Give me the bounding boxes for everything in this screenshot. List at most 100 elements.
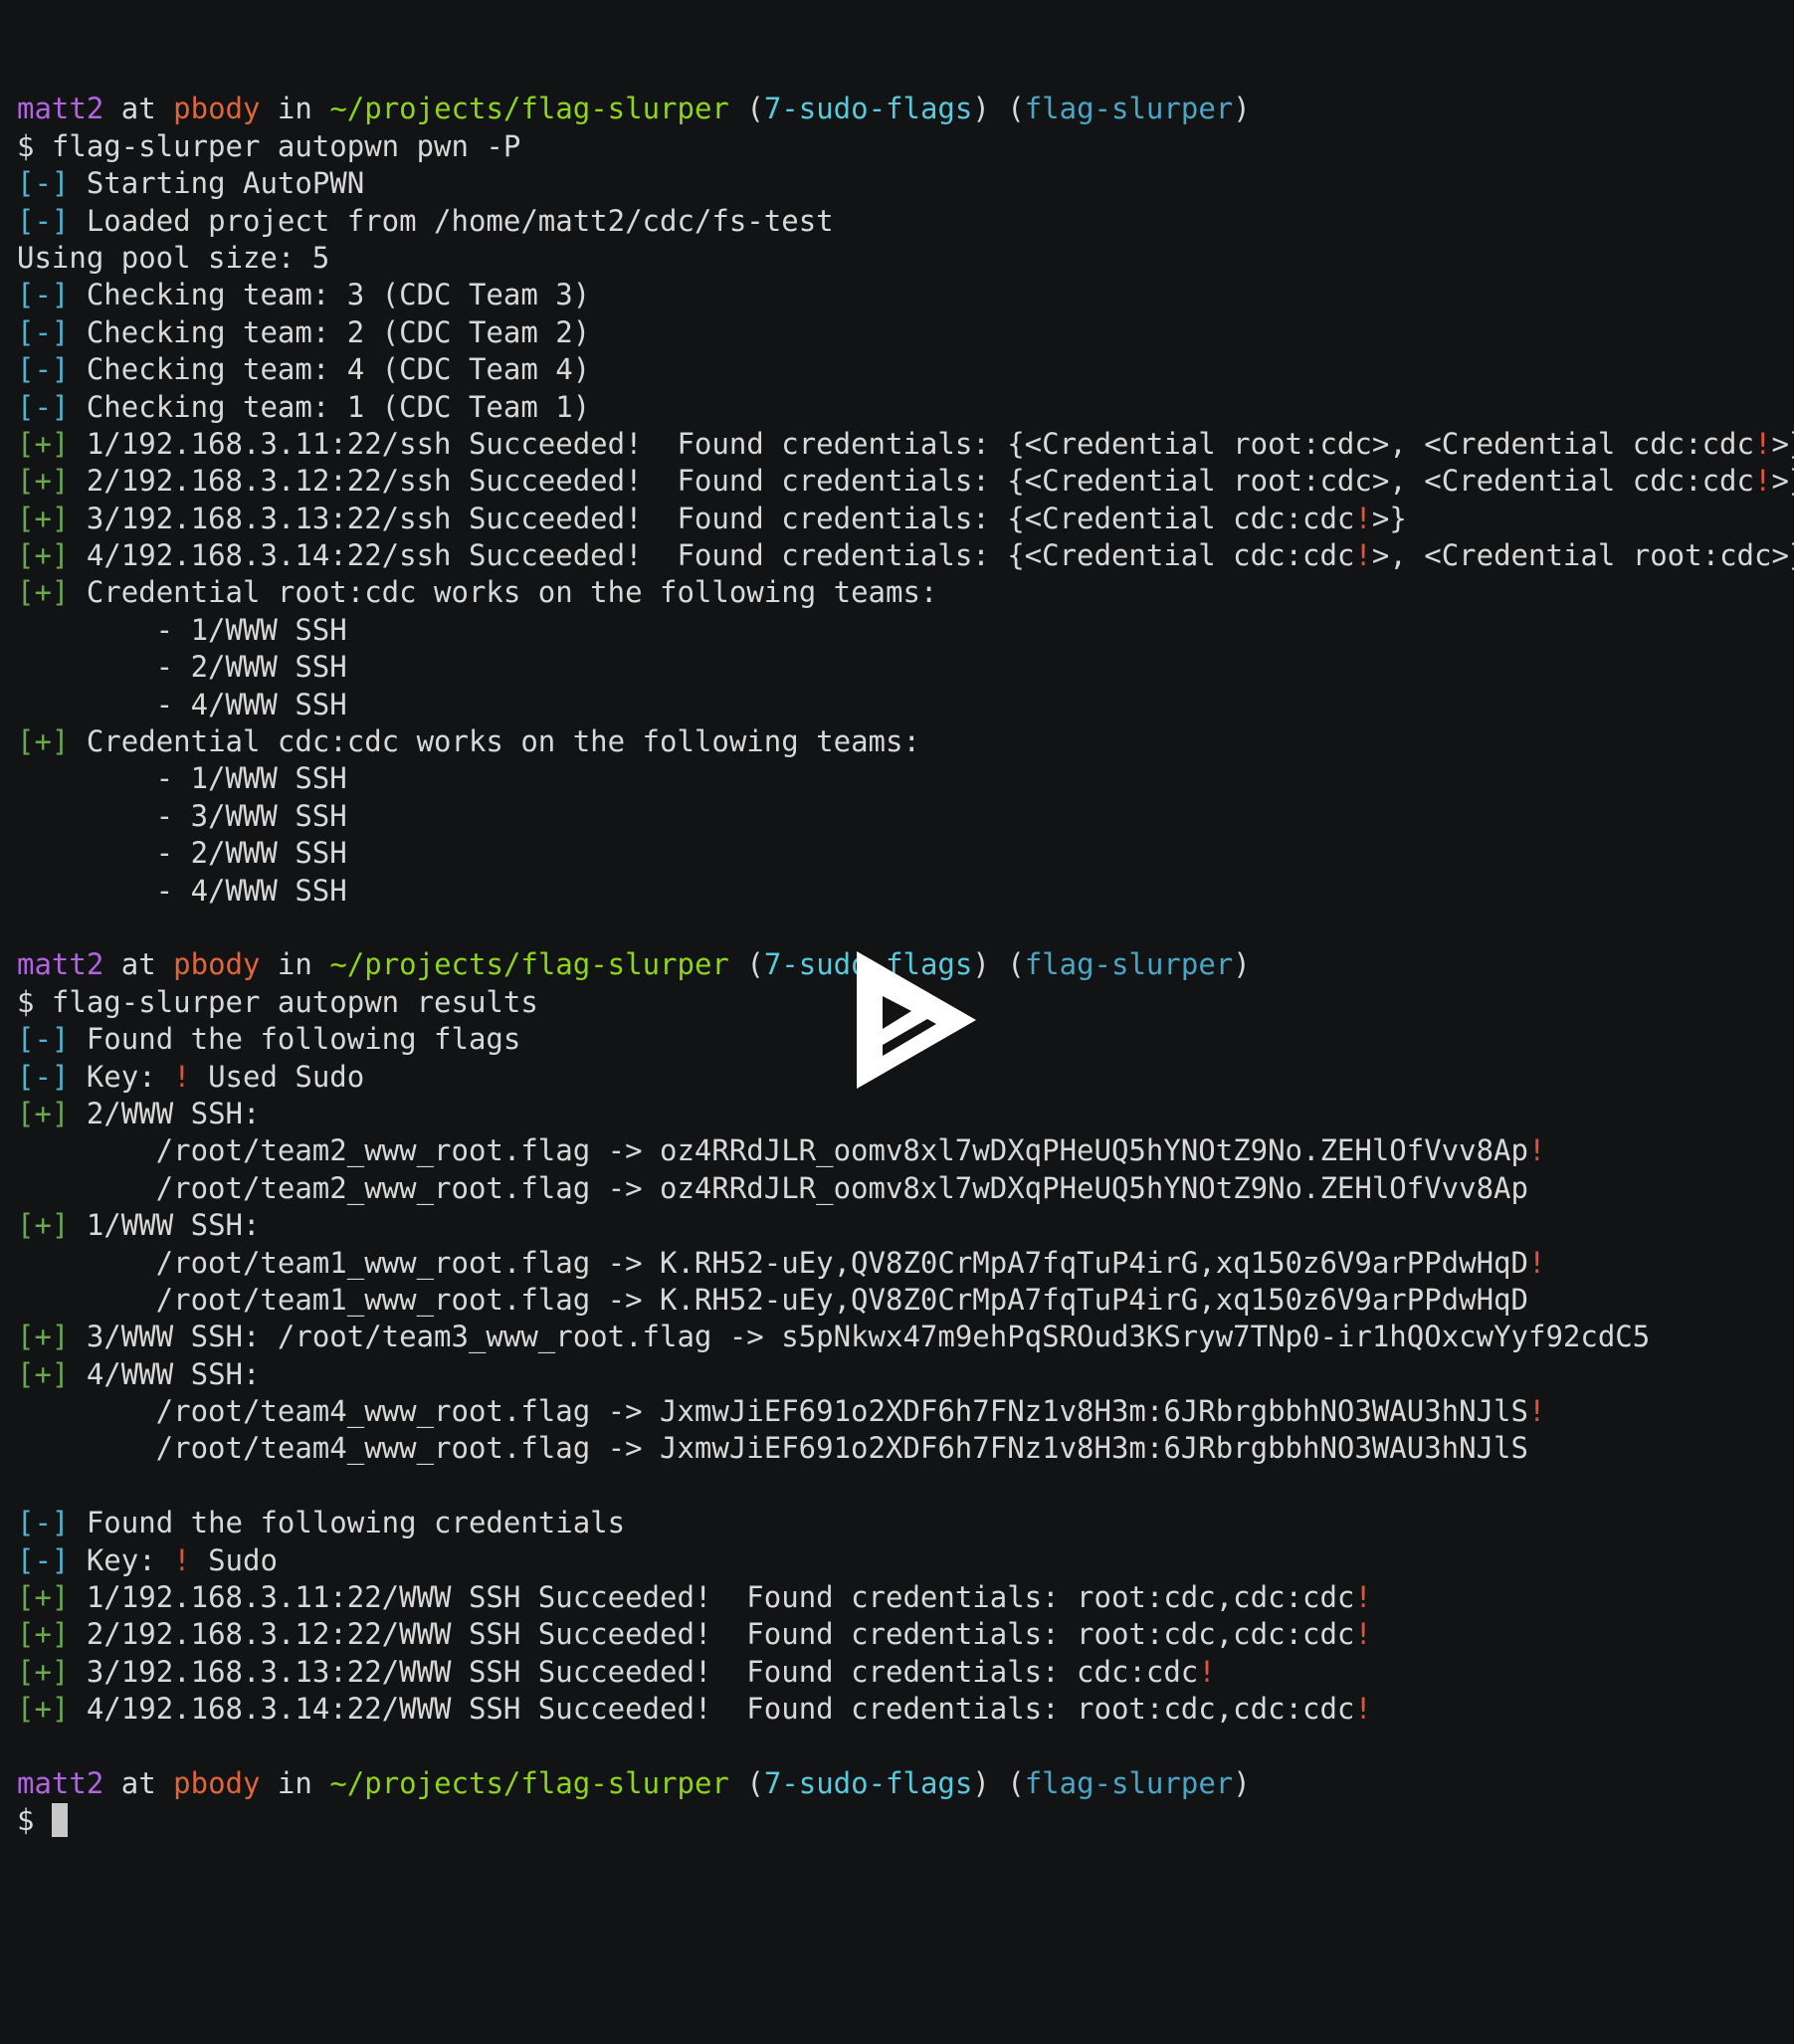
terminal-line: [+] 2/192.168.3.12:22/WWW SSH Succeeded!… xyxy=(17,1616,1794,1653)
terminal-text-success: [+] xyxy=(17,464,70,499)
terminal-text-success: [+] xyxy=(17,501,70,535)
terminal-text-alert: ! xyxy=(1198,1654,1216,1689)
terminal-text-alert: ! xyxy=(1527,1133,1546,1168)
terminal-line: /root/team1_www_root.flag -> K.RH52-uEy,… xyxy=(17,1282,1794,1319)
terminal-text-text: >, <Credential root:cdc>} xyxy=(1371,538,1794,573)
terminal-text-text: Checking team: 1 (CDC Team 1) xyxy=(69,389,591,424)
terminal-text-text: 2/WWW SSH: xyxy=(69,1096,261,1130)
terminal-line: [-] Loaded project from /home/matt2/cdc/… xyxy=(17,203,1794,240)
terminal-text-text: Credential cdc:cdc works on the followin… xyxy=(69,724,920,759)
terminal-text-user: matt2 xyxy=(17,92,104,126)
terminal-text-alert: ! xyxy=(173,1059,191,1094)
terminal-line: - 4/WWW SSH xyxy=(17,687,1794,723)
terminal-line: /root/team1_www_root.flag -> K.RH52-uEy,… xyxy=(17,1245,1794,1282)
terminal-line: [+] 1/192.168.3.11:22/ssh Succeeded! Fou… xyxy=(17,426,1794,463)
terminal-line: [-] Checking team: 3 (CDC Team 3) xyxy=(17,277,1794,313)
terminal-text-text: in xyxy=(260,92,330,126)
terminal-line: /root/team2_www_root.flag -> oz4RRdJLR_o… xyxy=(17,1132,1794,1169)
terminal-text-text: at xyxy=(103,1765,174,1800)
terminal-text-host: pbody xyxy=(173,1765,261,1800)
terminal-text-text: ) ( xyxy=(972,1765,1025,1800)
terminal-text-alert: ! xyxy=(1354,538,1372,573)
terminal-line: $ xyxy=(17,1802,1794,1839)
terminal-text-text: Using pool size: 5 xyxy=(17,240,330,275)
terminal-text-info: [-] xyxy=(17,1506,70,1540)
terminal-text-text: /root/team2_www_root.flag -> oz4RRdJLR_o… xyxy=(17,1170,1528,1205)
terminal-text-alert: ! xyxy=(1354,1617,1372,1652)
terminal-text-alert: ! xyxy=(1753,426,1772,461)
terminal-text-alert: ! xyxy=(1354,501,1372,535)
terminal-line: [+] Credential root:cdc works on the fol… xyxy=(17,574,1794,611)
terminal-text-text: 2/192.168.3.12:22/ssh Succeeded! Found c… xyxy=(69,464,1754,499)
terminal-line: - 2/WWW SSH xyxy=(17,649,1794,686)
terminal-text-text: ) ( xyxy=(972,92,1025,126)
terminal-text-text: ( xyxy=(728,1765,764,1800)
terminal-text-text: - 1/WWW SSH xyxy=(17,761,347,796)
terminal-text-text: Key: xyxy=(69,1059,174,1094)
terminal-text-alert: ! xyxy=(1354,1580,1372,1615)
terminal-line: [+] 4/192.168.3.14:22/ssh Succeeded! Fou… xyxy=(17,537,1794,574)
terminal-text-text: - 4/WWW SSH xyxy=(17,687,347,721)
terminal-text-info: [-] xyxy=(17,278,70,312)
terminal-text-success: [+] xyxy=(17,575,70,610)
terminal-text-success: [+] xyxy=(17,1356,70,1391)
terminal-text-text: in xyxy=(260,1765,330,1800)
terminal-text-text: 1/192.168.3.11:22/ssh Succeeded! Found c… xyxy=(69,426,1754,461)
terminal-text-text: /root/team4_www_root.flag -> JxmwJiEF691… xyxy=(17,1394,1528,1429)
terminal-text-venv: flag-slurper xyxy=(1024,92,1234,126)
terminal-line: /root/team2_www_root.flag -> oz4RRdJLR_o… xyxy=(17,1170,1794,1207)
terminal-text-text: 4/192.168.3.14:22/WWW SSH Succeeded! Fou… xyxy=(69,1692,1355,1727)
terminal-line: [+] 4/192.168.3.14:22/WWW SSH Succeeded!… xyxy=(17,1691,1794,1728)
terminal-text-text: 3/192.168.3.13:22/ssh Succeeded! Found c… xyxy=(69,501,1355,535)
terminal-text-success: [+] xyxy=(17,1654,70,1689)
terminal-text-success: [+] xyxy=(17,1208,70,1243)
terminal-line: /root/team4_www_root.flag -> JxmwJiEF691… xyxy=(17,1430,1794,1467)
terminal-text-text: >} xyxy=(1371,501,1407,535)
terminal-text-text: ) xyxy=(1233,947,1251,982)
terminal-line: Using pool size: 5 xyxy=(17,240,1794,277)
terminal-text-text: >} xyxy=(1771,426,1794,461)
terminal-text-success: [+] xyxy=(17,426,70,461)
terminal-line: $ flag-slurper autopwn pwn -P xyxy=(17,128,1794,165)
terminal-text-text: ) xyxy=(1233,1765,1251,1800)
terminal-text-text: - 2/WWW SSH xyxy=(17,650,347,685)
terminal-line: matt2 at pbody in ~/projects/flag-slurpe… xyxy=(17,91,1794,127)
terminal-text-text: Used Sudo xyxy=(190,1059,365,1094)
terminal-text-text: 3/WWW SSH: /root/team3_www_root.flag -> … xyxy=(69,1320,1651,1354)
terminal-text-text: - 3/WWW SSH xyxy=(17,798,347,833)
terminal-text-success: [+] xyxy=(17,724,70,759)
terminal-cursor xyxy=(51,1803,68,1838)
terminal-line: [+] 2/WWW SSH: xyxy=(17,1096,1794,1132)
terminal-line: - 1/WWW SSH xyxy=(17,760,1794,797)
terminal-text-alert: ! xyxy=(1527,1394,1546,1429)
terminal-text-text: Checking team: 2 (CDC Team 2) xyxy=(69,314,591,349)
terminal-text-text: $ xyxy=(17,1803,52,1838)
terminal-line: [+] 4/WWW SSH: xyxy=(17,1356,1794,1393)
terminal-line: [-] Checking team: 4 (CDC Team 4) xyxy=(17,351,1794,388)
terminal-text-info: [-] xyxy=(17,1059,70,1094)
play-button[interactable] xyxy=(857,951,976,1091)
terminal-text-info: [-] xyxy=(17,352,70,387)
terminal-text-success: [+] xyxy=(17,1096,70,1130)
terminal-text-text: ) xyxy=(1233,92,1251,126)
terminal-text-alert: ! xyxy=(1354,1692,1372,1727)
terminal-line: - 1/WWW SSH xyxy=(17,612,1794,649)
terminal-text-success: [+] xyxy=(17,1580,70,1615)
terminal-text-text: at xyxy=(103,947,174,982)
terminal-text-text: Starting AutoPWN xyxy=(69,166,365,201)
terminal-text-info: [-] xyxy=(17,1542,70,1577)
terminal-text-text: $ flag-slurper autopwn results xyxy=(17,984,538,1019)
terminal-text-alert: ! xyxy=(1753,464,1772,499)
terminal-text-text: Sudo xyxy=(190,1542,278,1577)
terminal-text-alert: ! xyxy=(173,1542,191,1577)
terminal-text-branch: 7-sudo-flags xyxy=(763,1765,973,1800)
terminal-line: - 4/WWW SSH xyxy=(17,873,1794,910)
terminal-text-text: at xyxy=(103,92,174,126)
terminal-text-text: in xyxy=(260,947,330,982)
terminal-line: [+] 3/192.168.3.13:22/ssh Succeeded! Fou… xyxy=(17,501,1794,537)
terminal-text-text: 1/WWW SSH: xyxy=(69,1208,261,1243)
terminal-text-alert: ! xyxy=(1527,1245,1546,1280)
terminal-line: [-] Checking team: 1 (CDC Team 1) xyxy=(17,389,1794,426)
terminal-text-venv: flag-slurper xyxy=(1024,1765,1234,1800)
terminal-text-success: [+] xyxy=(17,538,70,573)
